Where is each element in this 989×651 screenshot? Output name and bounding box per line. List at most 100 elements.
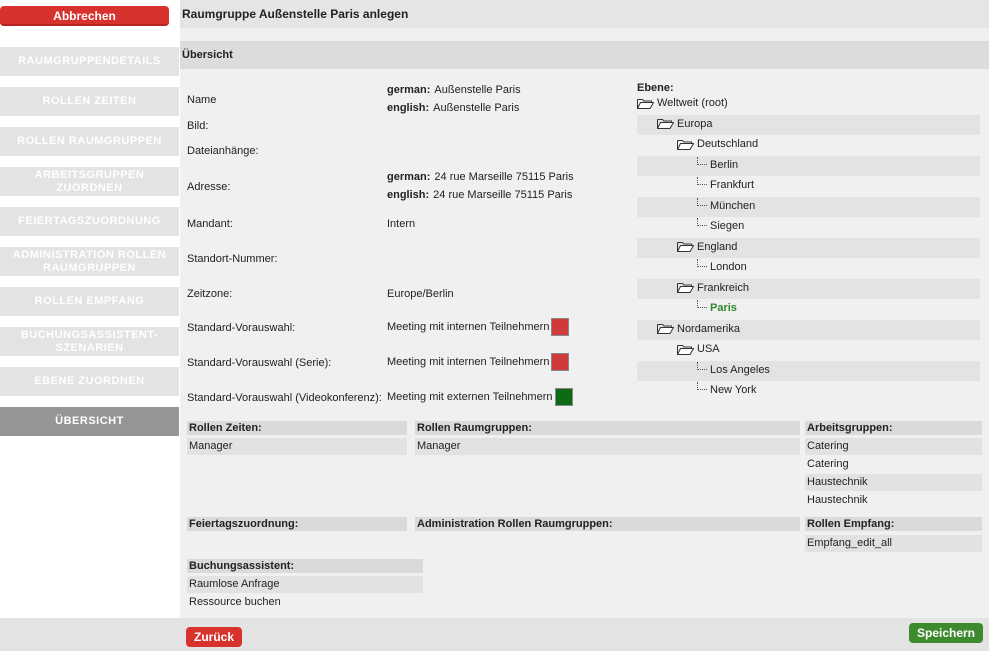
tree-row: Weltweit (root) [637,94,980,114]
tree-connector-icon [697,177,707,185]
folder-icon [677,283,694,293]
tree-leaf-node[interactable]: Berlin [697,156,739,171]
footer-bar [180,618,989,651]
tree-connector-icon [697,156,707,165]
list-title-feiertage: Feiertagszuordnung: [187,517,407,531]
list-item: Haustechnik [807,494,868,506]
tree-row: Nordamerika [637,319,980,340]
sidebar: Abbrechen RAUMGRUPPENDETAILS ROLLEN ZEIT… [0,0,180,651]
tree-row: London [637,258,980,278]
cancel-button[interactable]: Abbrechen [0,6,169,26]
tree-leaf-node[interactable]: Paris [697,300,737,314]
tree-row: Deutschland [637,135,980,155]
tree-node-label: London [710,261,747,273]
nav-ebene-zuordnen[interactable]: EBENE ZUORDNEN [0,367,179,396]
page-title: Raumgruppe Außenstelle Paris anlegen [180,0,989,28]
default-selection: Meeting mit internen Teilnehmern [387,318,570,336]
client-value: Intern [387,218,416,230]
nav-rollen-zeiten[interactable]: ROLLEN ZEITEN [0,87,179,116]
default-selection-value: Meeting mit internen Teilnehmern [387,321,550,333]
nav-arbeitsgruppen-zuordnen[interactable]: ARBEITSGRUPPEN ZUORDNEN [0,167,179,196]
tree-row: England [637,237,980,258]
image-label: Bild: [187,120,209,132]
tree-leaf-node[interactable]: London [697,259,747,273]
address-english-value: 24 rue Marseille 75115 Paris [433,189,573,201]
tree-node-label: München [710,199,756,212]
nav-feiertagszuordnung[interactable]: FEIERTAGSZUORDNUNG [0,207,179,236]
tree-folder-node[interactable]: England [677,241,737,253]
default-selection-label: Standard-Vorauswahl: [187,322,296,334]
nav-raumgruppendetails[interactable]: RAUMGRUPPENDETAILS [0,47,179,76]
tree-node-label: Nordamerika [677,322,740,335]
tree-folder-node[interactable]: USA [677,343,720,355]
tree-connector-icon [697,218,707,226]
color-swatch [554,388,573,406]
tree-connector-icon [697,382,707,390]
nav-rollen-empfang[interactable]: ROLLEN EMPFANG [0,287,179,316]
tree-leaf-node[interactable]: Frankfurt [697,177,754,191]
list-item: Manager [415,438,800,455]
tree-node-label: Paris [710,302,737,314]
tree-leaf-node[interactable]: New York [697,382,756,396]
folder-icon [677,139,694,150]
tree-leaf-node[interactable]: München [697,197,756,212]
nav-rollen-raumgruppen[interactable]: ROLLEN RAUMGRUPPEN [0,127,179,156]
name-english-value: Außenstelle Paris [433,102,520,114]
list-item: Ressource buchen [189,596,281,608]
list-item: Catering [805,438,982,455]
tree-node-label: Siegen [710,220,745,232]
address-german-key: german: [387,171,431,183]
list-item: Empfang_edit_all [805,535,982,552]
address-german: german: 24 rue Marseille 75115 Paris [387,171,574,183]
list-item: Catering [807,458,849,470]
folder-icon [677,344,694,355]
tree-connector-icon [697,259,707,267]
nav-uebersicht[interactable]: ÜBERSICHT [0,407,179,436]
default-selection-video-value: Meeting mit externen Teilnehmern [387,391,553,403]
client-label: Mandant: [187,218,233,230]
tree-title: Ebene: [637,82,674,94]
tree-folder-node[interactable]: Frankreich [677,282,749,294]
tree-connector-icon [697,300,707,308]
tree-folder-node[interactable]: Europa [657,118,712,130]
list-title-admin-rollen: Administration Rollen Raumgruppen: [415,517,800,531]
list-title-rollen-zeiten: Rollen Zeiten: [187,421,407,435]
tree-folder-node[interactable]: Nordamerika [657,323,740,335]
name-english-key: english: [387,102,430,114]
back-button[interactable]: Zurück [186,627,242,647]
tree-node-label: Berlin [710,158,739,171]
default-selection-video-label: Standard-Vorauswahl (Videokonferenz): [187,392,382,404]
tree-row: New York [637,381,980,401]
tree-leaf-node[interactable]: Los Angeles [697,361,770,376]
name-german: german: Außenstelle Paris [387,84,521,96]
list-title-buchungsassistent: Buchungsassistent: [187,559,423,573]
attachments-label: Dateianhänge: [187,145,259,157]
tree-row: München [637,196,980,217]
timezone-value: Europe/Berlin [387,288,454,300]
folder-icon [657,324,674,334]
tree-leaf-node[interactable]: Siegen [697,218,745,232]
list-item: Haustechnik [805,474,982,491]
tree-row: Frankreich [637,278,980,299]
color-swatch [551,353,570,371]
default-selection-series-label: Standard-Vorauswahl (Serie): [187,357,332,369]
tree-folder-node[interactable]: Weltweit (root) [637,97,728,109]
default-selection-video: Meeting mit externen Teilnehmern [387,388,573,406]
tree-node-label: Europa [677,117,713,130]
tree-node-label: England [697,240,738,253]
list-item: Manager [187,438,407,455]
nav-administration-rollen-raumgruppen[interactable]: ADMINISTRATION ROLLEN RAUMGRUPPEN [0,247,179,276]
folder-icon [677,242,694,252]
tree-connector-icon [697,197,707,206]
list-title-arbeitsgruppen: Arbeitsgruppen: [805,421,982,435]
list-title-rollen-raumgruppen: Rollen Raumgruppen: [415,421,800,435]
tree-row: Siegen [637,217,980,237]
tree-node-label: Weltweit (root) [657,97,728,109]
site-number-label: Standort-Nummer: [187,253,278,265]
nav-buchungsassistent-szenarien[interactable]: BUCHUNGSASSISTENT-SZENARIEN [0,327,179,356]
tree-folder-node[interactable]: Deutschland [677,138,758,150]
name-german-value: Außenstelle Paris [434,84,521,96]
sidebar-footer [0,618,180,651]
folder-icon [657,119,674,129]
save-button[interactable]: Speichern [909,623,983,643]
